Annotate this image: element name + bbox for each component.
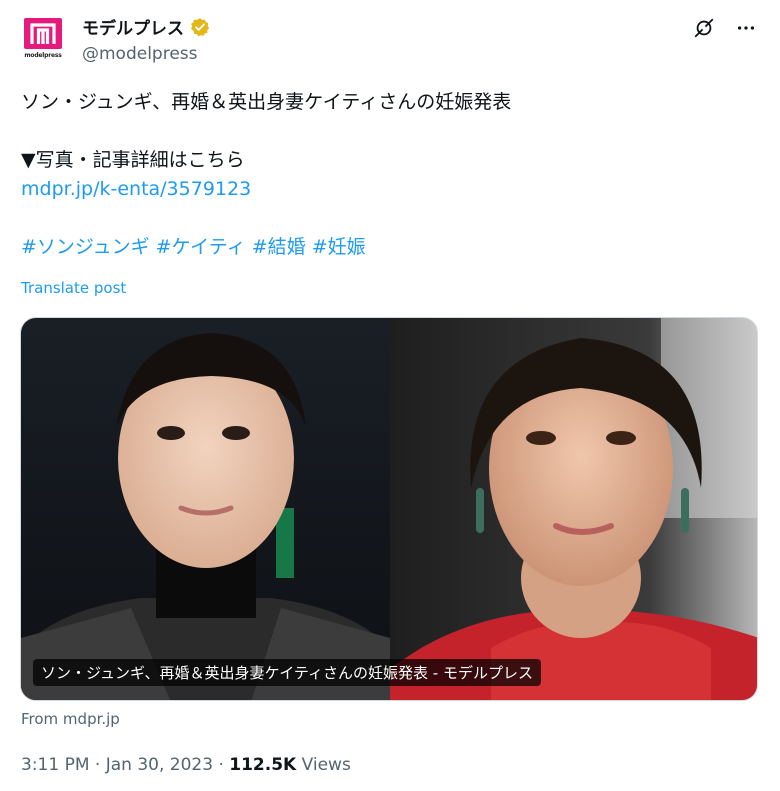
article-photo	[21, 318, 757, 700]
hashtag-song-joong-ki[interactable]: #ソンジュンギ	[21, 236, 150, 258]
verified-badge-icon	[191, 17, 210, 36]
link-source[interactable]: From mdpr.jp	[21, 710, 120, 728]
hashtag-marriage[interactable]: #結婚	[252, 236, 306, 258]
more-icon[interactable]	[734, 16, 758, 40]
post-time[interactable]: 3:11 PM	[21, 755, 90, 775]
avatar[interactable]: modelpress	[21, 18, 65, 62]
link-card-image[interactable]: ソン・ジュンギ、再婚＆英出身妻ケイティさんの妊娠発表 - モデルプレス	[20, 317, 758, 701]
meta-separator: ·	[94, 755, 101, 775]
link-card-caption: ソン・ジュンギ、再婚＆英出身妻ケイティさんの妊娠発表 - モデルプレス	[33, 659, 541, 686]
avatar-brand-text: modelpress	[24, 52, 62, 59]
hashtag-pregnancy[interactable]: #妊娠	[312, 236, 366, 258]
views-label: Views	[301, 755, 351, 775]
display-name[interactable]: モデルプレス	[82, 14, 184, 39]
hashtag-row: #ソンジュンギ #ケイティ #結婚 #妊娠	[21, 233, 751, 262]
translate-post-link[interactable]: Translate post	[21, 279, 126, 297]
modelpress-logo	[24, 18, 62, 49]
post-headline: ソン・ジュンギ、再婚＆英出身妻ケイティさんの妊娠発表	[21, 91, 512, 113]
post-meta: 3:11 PM · Jan 30, 2023 · 112.5K Views	[21, 755, 351, 775]
author-name-row: モデルプレス	[82, 14, 210, 39]
hashtag-katy[interactable]: #ケイティ	[156, 236, 246, 258]
post-text: ソン・ジュンギ、再婚＆英出身妻ケイティさんの妊娠発表 ▼写真・記事詳細はこちら …	[21, 88, 751, 262]
account-handle[interactable]: @modelpress	[82, 44, 198, 64]
article-link[interactable]: mdpr.jp/k-enta/3579123	[21, 175, 751, 204]
post-date[interactable]: Jan 30, 2023	[106, 755, 213, 775]
post-actions	[692, 16, 758, 40]
post-details-line: ▼写真・記事詳細はこちら	[21, 149, 245, 171]
meta-separator: ·	[218, 755, 224, 775]
grok-icon[interactable]	[692, 16, 716, 40]
views-count: 112.5K	[229, 755, 297, 775]
